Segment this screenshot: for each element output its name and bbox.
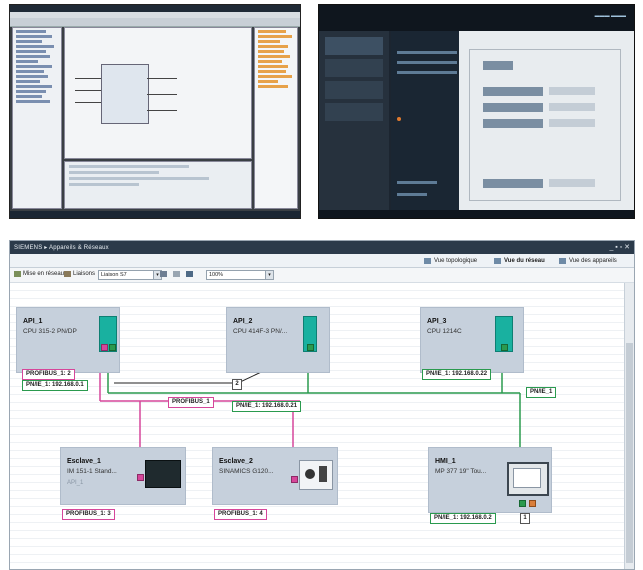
- profinet-port[interactable]: [501, 344, 508, 351]
- taskbar: [10, 211, 300, 218]
- hmi-pn-address: PN/IE_1: 192.168.0.2: [430, 513, 496, 524]
- device-plc3[interactable]: API_3 CPU 1214C: [420, 307, 524, 373]
- device-name: API_1: [23, 318, 43, 325]
- profinet-port[interactable]: [307, 344, 314, 351]
- tab-network-view[interactable]: Vue du réseau: [494, 256, 545, 265]
- connections-button[interactable]: Liaisons: [64, 271, 95, 277]
- profibus-port[interactable]: [291, 476, 298, 483]
- window-title: SIEMENS ▸ Appareils & Réseaux: [14, 245, 109, 251]
- window-controls[interactable]: _ ▪ ▫ ✕: [609, 243, 630, 251]
- plc1-profibus-address: PROFIBUS_1: 2: [22, 369, 75, 380]
- chevron-down-icon: ▾: [265, 271, 273, 279]
- screen-icon: [513, 468, 541, 488]
- device-type: IM 151-1 Stand...: [67, 468, 117, 475]
- device-type: CPU 315-2 PN/DP: [23, 328, 77, 335]
- layout-icon: [160, 271, 167, 277]
- vertical-scrollbar[interactable]: [624, 283, 634, 569]
- portal-content-pane: [459, 31, 634, 211]
- portal-nav-item[interactable]: [325, 59, 383, 77]
- portal-nav-item[interactable]: [325, 37, 383, 55]
- device-name: Esclave_1: [67, 458, 101, 465]
- device-name: API_3: [427, 318, 447, 325]
- slave1-profibus-address: PROFIBUS_1: 3: [62, 509, 115, 520]
- profibus-port[interactable]: [101, 344, 108, 351]
- topology-icon: [424, 257, 431, 264]
- device-type: CPU 414F-3 PN/...: [233, 328, 288, 335]
- network-connect-icon: [14, 271, 21, 277]
- hmi-panel-image: [507, 462, 549, 496]
- titlebar: [10, 5, 300, 12]
- io-module: [145, 460, 181, 488]
- network-icon: [494, 257, 501, 264]
- device-icon: [559, 257, 566, 264]
- grid-icon: [173, 271, 180, 277]
- device-name: Esclave_2: [219, 458, 253, 465]
- profinet-port[interactable]: [519, 500, 526, 507]
- active-dot-icon: [397, 117, 401, 121]
- grid-tool-button[interactable]: [173, 271, 182, 277]
- window-titlebar: SIEMENS ▸ Appareils & Réseaux _ ▪ ▫ ✕: [10, 241, 634, 254]
- network-view-window: SIEMENS ▸ Appareils & Réseaux _ ▪ ▫ ✕ Vu…: [9, 240, 635, 570]
- portal-left-nav: [319, 31, 389, 211]
- device-type: SINAMICS G120...: [219, 468, 274, 475]
- device-plc1[interactable]: API_1 CPU 315-2 PN/DP: [16, 307, 120, 373]
- plc1-pn-address: PN/IE_1: 192.168.0.1: [22, 380, 88, 391]
- profibus-port[interactable]: [137, 474, 144, 481]
- profinet-port[interactable]: [109, 344, 116, 351]
- project-tree: [12, 27, 62, 209]
- portal-nav-item[interactable]: [325, 81, 383, 99]
- network-canvas[interactable]: API_1 CPU 315-2 PN/DP PROFIBUS_1: 2 PN/I…: [10, 283, 624, 569]
- device-name: API_2: [233, 318, 253, 325]
- portal-footer: [319, 210, 634, 218]
- device-slave1[interactable]: Esclave_1 IM 151-1 Stand... API_1: [60, 447, 186, 505]
- toolbar: [10, 18, 300, 27]
- properties-panel: [64, 161, 252, 209]
- drive-icon: [319, 466, 327, 482]
- instructions-catalog: [254, 27, 298, 209]
- view-tabs: Vue topologique Vue du réseau Vue des ap…: [10, 254, 634, 268]
- plc3-pn-address: PN/IE_1: 192.168.0.22: [422, 369, 492, 380]
- slave2-profibus-address: PROFIBUS_1: 4: [214, 509, 267, 520]
- device-name: HMI_1: [435, 458, 456, 465]
- device-hmi1[interactable]: HMI_1 MP 377 19" Tou...: [428, 447, 552, 513]
- tia-project-view-screenshot: [9, 4, 301, 219]
- portal-header: ▬▬▬ ▬▬▬: [319, 5, 634, 31]
- device-type: MP 377 19" Tou...: [435, 468, 487, 475]
- mpi-port[interactable]: [529, 500, 536, 507]
- layout-tool-button[interactable]: [160, 271, 169, 277]
- device-master: API_1: [67, 480, 84, 486]
- tia-portal-view-screenshot: ▬▬▬ ▬▬▬: [318, 4, 635, 219]
- plc2-pn-address: PN/IE_1: 192.168.0.21: [232, 401, 302, 412]
- connections-icon: [64, 271, 71, 277]
- profibus-network-label[interactable]: PROFIBUS_1: [168, 397, 214, 408]
- zoom-select[interactable]: 100% ▾: [206, 270, 274, 280]
- network-toolbar: Mise en réseau Liaisons Liaison S7 ▾ 100…: [10, 268, 634, 283]
- device-slave2[interactable]: Esclave_2 SINAMICS G120...: [212, 447, 338, 505]
- connection-type-select[interactable]: Liaison S7 ▾: [98, 270, 162, 280]
- zoom-tool-button[interactable]: [186, 271, 195, 277]
- portal-nav-item[interactable]: [325, 103, 383, 121]
- connection-badge-1: 1: [520, 513, 530, 524]
- portal-actions: [391, 31, 466, 211]
- drive-image: [299, 460, 333, 490]
- tab-topology-view[interactable]: Vue topologique: [424, 256, 477, 265]
- connection-badge-2: 2: [232, 379, 242, 390]
- network-button[interactable]: Mise en réseau: [14, 271, 64, 277]
- tab-device-view[interactable]: Vue des appareils: [559, 256, 617, 265]
- motor-icon: [305, 469, 315, 479]
- function-block: [101, 64, 149, 124]
- device-plc2[interactable]: API_2 CPU 414F-3 PN/...: [226, 307, 330, 373]
- device-type: CPU 1214C: [427, 328, 462, 335]
- scrollbar-thumb[interactable]: [626, 343, 633, 563]
- block-editor: [64, 27, 252, 159]
- pnie-network-label[interactable]: PN/IE_1: [526, 387, 557, 398]
- zoom-icon: [186, 271, 193, 277]
